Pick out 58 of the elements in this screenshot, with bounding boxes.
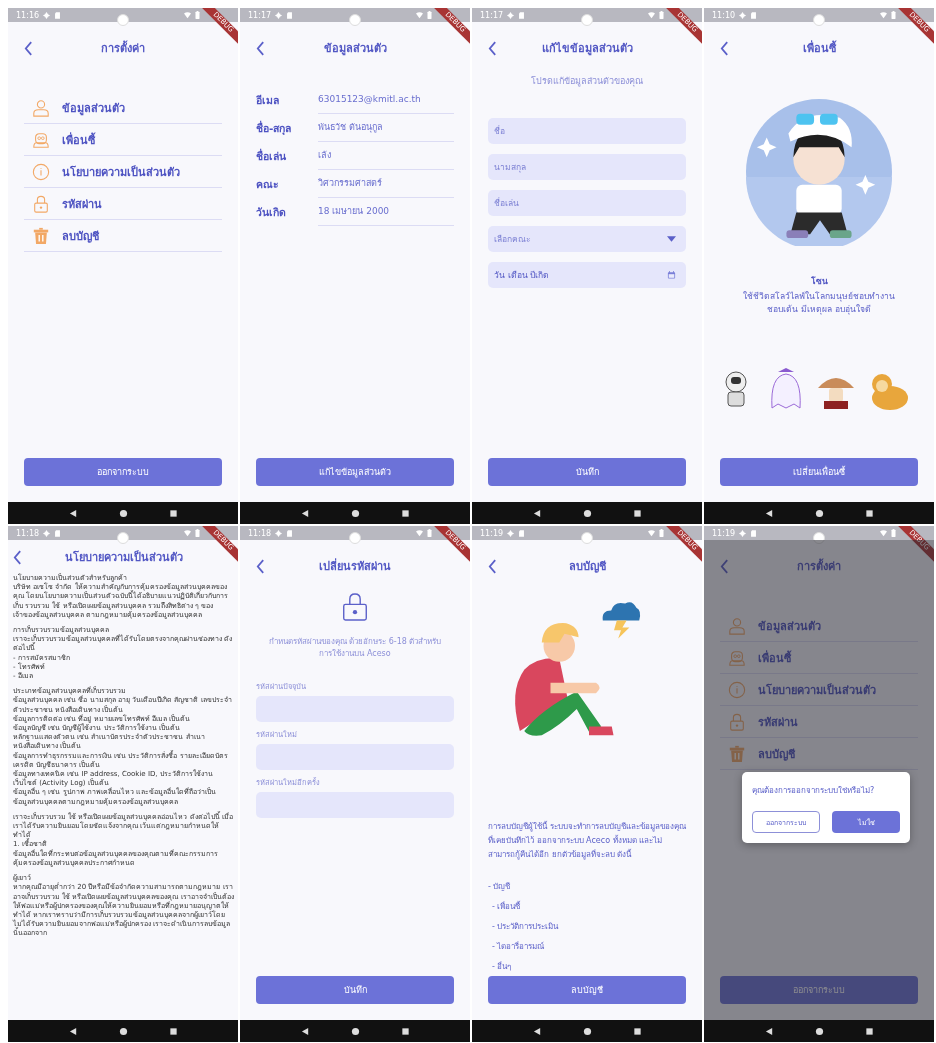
status-time: 11:17 <box>480 10 504 20</box>
menu-item[interactable]: ลบบัญชี <box>720 738 918 770</box>
primary-button[interactable]: ออกจากระบบ <box>24 458 222 486</box>
input-field[interactable]: ชื่อ <box>488 118 686 144</box>
field-label: อีเมล <box>256 92 280 108</box>
menu-item[interactable]: เพื่อนซี้ <box>720 642 918 674</box>
status-time: 11:18 <box>16 528 40 538</box>
field-value: 63015123@kmitl.ac.th <box>318 86 454 114</box>
buddy-description: ใช้ชีวิตสโลว์ไลฟ์ในโลกมนุษย์ชอบทำงาน ชอบเต้น มีเหตุผล อบอุ่นใจดี <box>742 290 896 316</box>
screen-title: การตั้งค่า <box>796 557 842 575</box>
field-value: พันธวัช ตันอนุกูล <box>318 114 454 142</box>
input-field[interactable]: นามสกุล <box>488 154 686 180</box>
screen-title: เปลี่ยนรหัสผ่าน <box>318 557 392 575</box>
menu-item[interactable]: นโยบายความเป็นส่วนตัว <box>720 674 918 706</box>
list-item: - ประวัติการประเมิน <box>492 922 559 931</box>
screen-title: นโยบายความเป็นส่วนตัว <box>63 549 184 566</box>
screen-title: แก้ไขข้อมูลส่วนตัว <box>540 41 634 57</box>
dialog-message: คุณต้องการออกจากระบบใช่หรือไม่? <box>752 785 876 797</box>
primary-button[interactable]: บันทึก <box>256 976 454 1004</box>
field-label: ชื่อ-สกุล <box>256 119 293 137</box>
password-hint: กำหนดรหัสผ่านของคุณ ด้วยอักษระ 6-18 ตัวสำหรับการใช้งานบน Aceso <box>267 636 443 660</box>
menu-item[interactable]: เพื่อนซี้ <box>24 124 222 156</box>
date-field[interactable]: วัน เดือน ปีเกิด <box>488 262 686 288</box>
field-label: คณะ <box>256 176 280 192</box>
menu-item[interactable]: ข้อมูลส่วนตัว <box>24 92 222 124</box>
input-field[interactable]: ชื่อเล่น <box>488 190 686 216</box>
screen-title: ข้อมูลส่วนตัว <box>322 41 388 57</box>
status-time: 11:19 <box>480 528 504 538</box>
field-value: 18 เมษายน 2000 <box>318 198 454 226</box>
list-item: - อื่นๆ <box>492 962 512 971</box>
screen-title: ลบบัญชี <box>567 559 607 575</box>
primary-button[interactable]: ลบบัญชี <box>488 976 686 1004</box>
primary-button[interactable]: เปลี่ยนเพื่อนซี้ <box>720 458 918 486</box>
menu-item[interactable]: นโยบายความเป็นส่วนตัว <box>24 156 222 188</box>
buddy-name: โซน <box>809 275 829 288</box>
status-time: 11:19 <box>712 528 736 538</box>
menu-item[interactable]: ข้อมูลส่วนตัว <box>720 610 918 642</box>
menu-item[interactable]: ลบบัญชี <box>24 220 222 252</box>
screen-title: การตั้งค่า <box>100 39 146 57</box>
field-value: เล้ง <box>318 142 454 170</box>
delete-warning: การลบบัญชีผู้ใช้นี้ ระบบจะทำการลบบัญชีและข้อมูลของคุณที่เคยบันทึกไว้ ออกจากระบบ Aceco ทั้งหมด และไม่สามารถกู้คืนได้อีก ยกตัวข้อมูลที่จะลบ ดังนี้ <box>488 820 686 862</box>
field-label: วันเกิด <box>256 204 287 220</box>
field-label: ชื่อเล่น <box>256 147 287 164</box>
list-item: - บัญชี <box>488 882 511 891</box>
status-time: 11:10 <box>712 10 736 20</box>
status-time: 11:18 <box>248 528 272 538</box>
field-value: วิศวกรรมศาสตร์ <box>318 170 454 198</box>
status-time: 11:17 <box>248 10 272 20</box>
menu-item[interactable]: รหัสผ่าน <box>720 706 918 738</box>
status-time: 11:16 <box>16 10 40 20</box>
menu-item[interactable]: รหัสผ่าน <box>24 188 222 220</box>
list-item: - เพื่อนซี้ <box>492 902 521 911</box>
screen-title: เพื่อนซี้ <box>801 39 838 57</box>
primary-button[interactable]: แก้ไขข้อมูลส่วนตัว <box>256 458 454 486</box>
primary-button[interactable]: บันทึก <box>488 458 686 486</box>
subtitle: โปรดแก้ข้อมูลส่วนตัวของคุณ <box>530 75 644 88</box>
faculty-dropdown[interactable]: เลือกคณะ <box>488 226 686 252</box>
list-item: - ไดอารี่อารมณ์ <box>492 942 545 951</box>
